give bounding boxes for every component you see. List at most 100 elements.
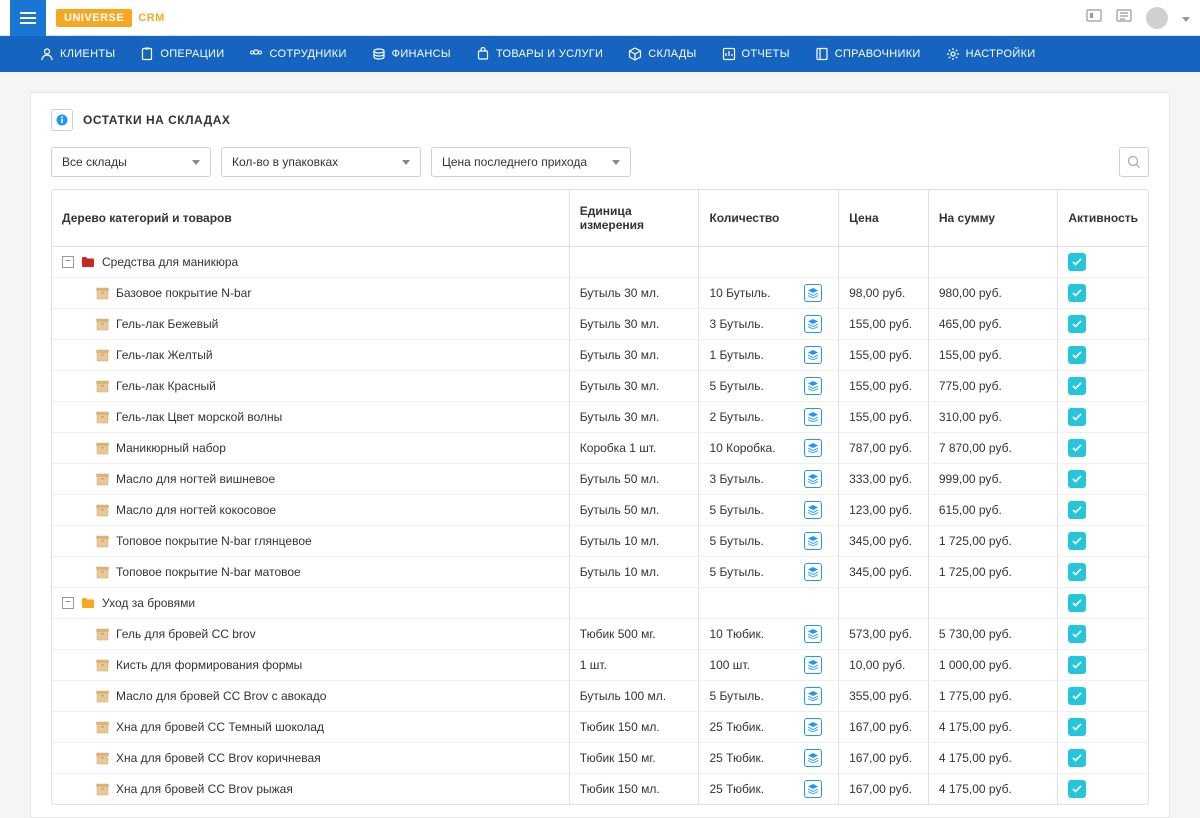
nav-directories[interactable]: СПРАВОЧНИКИ [805,36,931,72]
item-name: Гель-лак Цвет морской волны [116,410,282,424]
stock-detail-button[interactable] [804,687,822,705]
stock-detail-button[interactable] [804,718,822,736]
active-checkbox[interactable] [1068,315,1086,333]
item-name: Масло для ногтей вишневое [116,472,275,486]
search-button[interactable] [1119,147,1149,177]
check-icon [1072,785,1082,793]
topbar-icon-2[interactable] [1116,8,1132,27]
stock-detail-button[interactable] [804,439,822,457]
active-checkbox[interactable] [1068,284,1086,302]
active-checkbox[interactable] [1068,749,1086,767]
check-icon [1072,444,1082,452]
collapse-toggle[interactable]: − [62,597,74,609]
layers-icon [808,536,818,546]
item-price: 123,00 руб. [839,495,929,526]
item-price: 345,00 руб. [839,526,929,557]
active-checkbox[interactable] [1068,408,1086,426]
th-active: Активность [1058,190,1148,247]
stock-detail-button[interactable] [804,470,822,488]
stock-detail-button[interactable] [804,315,822,333]
item-sum: 775,00 руб. [928,371,1057,402]
item-qty: 25 Тюбик. [709,782,764,796]
nav-clients[interactable]: КЛИЕНТЫ [30,36,125,72]
active-checkbox[interactable] [1068,687,1086,705]
layers-icon [808,691,818,701]
stock-detail-button[interactable] [804,377,822,395]
th-price: Цена [839,190,929,247]
nav-label: СПРАВОЧНИКИ [835,48,921,60]
folder-icon [81,256,95,268]
menu-toggle[interactable] [10,0,46,36]
price-mode-select[interactable]: Цена последнего прихода [431,147,631,177]
item-price: 167,00 руб. [839,712,929,743]
active-checkbox[interactable] [1068,532,1086,550]
item-row: Хна для бровей CC Темный шоколад Тюбик 1… [52,712,1148,743]
nav-goods[interactable]: ТОВАРЫ И УСЛУГИ [466,36,613,72]
active-checkbox[interactable] [1068,563,1086,581]
box-icon [96,752,109,765]
nav-reports[interactable]: ОТЧЕТЫ [712,36,800,72]
item-unit: Бутыль 30 мл. [569,309,699,340]
item-qty: 5 Бутыль. [709,565,763,579]
item-unit: Бутыль 10 мл. [569,557,699,588]
logo[interactable]: UNIVERSE CRM [56,9,165,27]
stock-detail-button[interactable] [804,532,822,550]
active-checkbox[interactable] [1068,718,1086,736]
navbar: КЛИЕНТЫ ОПЕРАЦИИ СОТРУДНИКИ ФИНАНСЫ ТОВА… [0,36,1200,72]
active-checkbox[interactable] [1068,439,1086,457]
nav-label: СОТРУДНИКИ [269,48,346,60]
active-checkbox[interactable] [1068,656,1086,674]
stock-detail-button[interactable] [804,625,822,643]
info-badge [51,109,73,131]
coins-icon [372,47,386,61]
item-row: Гель-лак Бежевый Бутыль 30 мл. 3 Бутыль.… [52,309,1148,340]
qty-mode-select[interactable]: Кол-во в упаковках [221,147,421,177]
active-checkbox[interactable] [1068,501,1086,519]
active-checkbox[interactable] [1068,253,1086,271]
stock-detail-button[interactable] [804,346,822,364]
active-checkbox[interactable] [1068,346,1086,364]
item-name: Масло для бровей CC Brov с авокадо [116,689,326,703]
stock-detail-button[interactable] [804,501,822,519]
topbar-icon-1[interactable] [1086,8,1102,27]
nav-label: ФИНАНСЫ [392,48,451,60]
item-unit: Бутыль 100 мл. [569,681,699,712]
nav-finance[interactable]: ФИНАНСЫ [362,36,461,72]
nav-label: НАСТРОЙКИ [966,48,1036,60]
active-checkbox[interactable] [1068,377,1086,395]
box-icon [96,504,109,517]
active-checkbox[interactable] [1068,594,1086,612]
stock-detail-button[interactable] [804,749,822,767]
check-icon [1072,351,1082,359]
item-sum: 4 175,00 руб. [928,712,1057,743]
item-qty: 10 Бутыль. [709,286,770,300]
nav-staff[interactable]: СОТРУДНИКИ [239,36,356,72]
chevron-down-icon [612,160,620,165]
nav-settings[interactable]: НАСТРОЙКИ [936,36,1046,72]
avatar[interactable] [1146,7,1168,29]
warehouse-select[interactable]: Все склады [51,147,211,177]
collapse-toggle[interactable]: − [62,256,74,268]
nav-warehouses[interactable]: СКЛАДЫ [618,36,706,72]
active-checkbox[interactable] [1068,470,1086,488]
stock-detail-button[interactable] [804,656,822,674]
nav-label: ОТЧЕТЫ [742,48,790,60]
layers-icon [808,474,818,484]
layers-icon [808,505,818,515]
chevron-down-icon [192,160,200,165]
stock-detail-button[interactable] [804,408,822,426]
active-checkbox[interactable] [1068,625,1086,643]
stock-detail-button[interactable] [804,780,822,798]
item-price: 345,00 руб. [839,557,929,588]
item-qty: 25 Тюбик. [709,751,764,765]
stock-detail-button[interactable] [804,563,822,581]
nav-operations[interactable]: ОПЕРАЦИИ [130,36,234,72]
nav-label: СКЛАДЫ [648,48,696,60]
item-row: Гель для бровей CC brov Тюбик 500 мг. 10… [52,619,1148,650]
user-menu-caret[interactable] [1182,10,1190,25]
item-row: Масло для бровей CC Brov с авокадо Бутыл… [52,681,1148,712]
box-icon [96,349,109,362]
stock-detail-button[interactable] [804,284,822,302]
item-row: Кисть для формирования формы 1 шт. 100 ш… [52,650,1148,681]
active-checkbox[interactable] [1068,780,1086,798]
